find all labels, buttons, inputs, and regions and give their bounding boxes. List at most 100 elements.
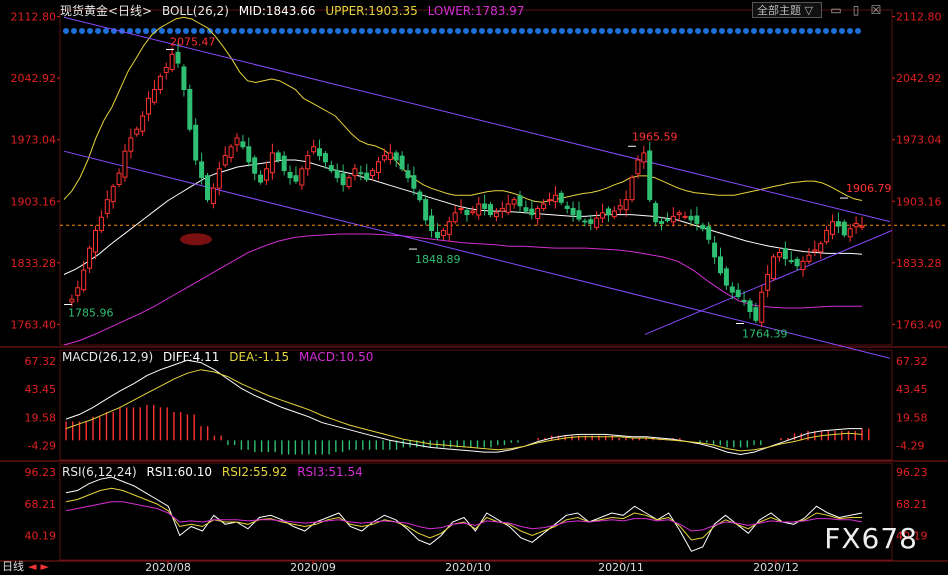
- macd-y-tick: 67.32: [25, 355, 57, 368]
- macd-y-tick: 43.45: [896, 383, 928, 396]
- event-marker: [311, 28, 317, 34]
- candle-body: [187, 89, 193, 130]
- candle-body: [140, 115, 146, 132]
- event-marker: [815, 28, 821, 34]
- candle-body: [429, 215, 435, 231]
- rsi-y-tick: 96.23: [25, 466, 57, 479]
- event-marker: [775, 28, 781, 34]
- event-marker: [647, 28, 653, 34]
- y-tick-label: 1833.28: [11, 257, 57, 270]
- candle-body: [216, 168, 222, 189]
- candle-body: [169, 53, 175, 70]
- macd-dea: DEA:-1.15: [229, 350, 290, 364]
- event-marker: [703, 28, 709, 34]
- candle-body: [464, 209, 470, 216]
- y-tick-label: 1903.16: [11, 195, 57, 208]
- event-marker: [751, 28, 757, 34]
- candle-body: [181, 66, 187, 91]
- candle-body: [352, 168, 358, 177]
- y-tick-label: 1973.04: [11, 134, 57, 147]
- boll-mid: MID:1843.66: [238, 4, 316, 18]
- event-marker: [807, 28, 813, 34]
- y-tick-label: 2112.80: [11, 11, 57, 24]
- rsi-y-tick: 40.19: [25, 529, 57, 542]
- candle-body: [210, 187, 216, 205]
- boll-label[interactable]: BOLL(26,2): [162, 4, 229, 18]
- minimize-icon[interactable]: ▭: [828, 2, 844, 18]
- boll-lower: LOWER:1783.97: [427, 4, 525, 18]
- event-marker: [335, 28, 341, 34]
- period-tab[interactable]: 日线 ◄ ►: [2, 558, 49, 574]
- candle-body: [759, 291, 765, 323]
- candle-body: [499, 207, 505, 212]
- candle-body: [434, 231, 440, 239]
- event-marker: [447, 28, 453, 34]
- candle-body: [305, 155, 311, 170]
- symbol-title: 现货黄金<日线>: [60, 4, 153, 18]
- y-tick-label: 1763.40: [11, 318, 57, 331]
- event-marker: [535, 28, 541, 34]
- event-marker: [487, 28, 493, 34]
- candle-body: [741, 299, 747, 302]
- event-marker: [295, 28, 301, 34]
- candle-body: [205, 175, 211, 201]
- event-marker: [239, 28, 245, 34]
- event-marker: [495, 28, 501, 34]
- event-marker: [743, 28, 749, 34]
- candle-body: [812, 249, 818, 252]
- event-marker: [719, 28, 725, 34]
- close-icon[interactable]: ☒: [868, 2, 884, 18]
- main-header: 现货黄金<日线> BOLL(26,2) MID:1843.66 UPPER:19…: [60, 2, 530, 20]
- candle-body: [252, 157, 258, 174]
- event-marker: [303, 28, 309, 34]
- event-marker: [255, 28, 261, 34]
- event-marker: [471, 28, 477, 34]
- event-marker: [63, 28, 69, 34]
- candle-body: [794, 258, 800, 267]
- event-marker: [855, 28, 861, 34]
- candle-body: [122, 150, 128, 178]
- event-marker: [79, 28, 85, 34]
- chevron-left-icon[interactable]: ◄: [28, 560, 36, 573]
- event-marker: [791, 28, 797, 34]
- candle-body: [423, 199, 429, 221]
- candle-body: [830, 221, 836, 235]
- candle-body: [134, 128, 140, 135]
- candle-body: [788, 260, 794, 263]
- candle-body: [535, 207, 541, 219]
- watermark-logo: FX678: [824, 522, 918, 555]
- candle-body: [81, 269, 87, 291]
- event-marker: [695, 28, 701, 34]
- candle-body: [700, 224, 706, 230]
- y-tick-label: 1763.40: [896, 318, 942, 331]
- event-marker: [439, 28, 445, 34]
- candle-body: [128, 137, 134, 152]
- restore-icon[interactable]: ▯: [848, 2, 864, 18]
- event-marker: [143, 28, 149, 34]
- candle-body: [222, 155, 228, 166]
- candle-body: [263, 168, 269, 181]
- candle-body: [605, 208, 611, 216]
- event-marker: [87, 28, 93, 34]
- event-marker: [583, 28, 589, 34]
- candle-body: [635, 159, 641, 175]
- candle-body: [800, 260, 806, 271]
- rsi-label[interactable]: RSI(6,12,24): [62, 465, 137, 479]
- macd-label[interactable]: MACD(26,12,9): [62, 350, 153, 364]
- chevron-right-icon[interactable]: ►: [40, 560, 48, 573]
- candle-body: [446, 221, 452, 235]
- candle-body: [175, 51, 181, 64]
- candle-body: [676, 212, 682, 215]
- candle-body: [293, 175, 299, 182]
- chart-window: { "header": { "symbol": "现货黄金<日线>", "bol…: [0, 0, 948, 575]
- candle-body: [246, 146, 252, 163]
- macd-y-tick: -4.29: [28, 439, 56, 452]
- macd-header: MACD(26,12,9) DIFF:4.11 DEA:-1.15 MACD:1…: [62, 348, 379, 366]
- candle-body: [110, 185, 116, 203]
- theme-select-value: 全部主题: [757, 4, 801, 17]
- theme-select[interactable]: 全部主题 ▽: [752, 2, 822, 18]
- price-chart-canvas[interactable]: 2112.80 2112.80 2042.92 2042.92 1973.04 1973.…: [0, 0, 948, 575]
- candle-body: [281, 155, 287, 172]
- candle-body: [688, 215, 694, 221]
- candle-body: [753, 307, 759, 321]
